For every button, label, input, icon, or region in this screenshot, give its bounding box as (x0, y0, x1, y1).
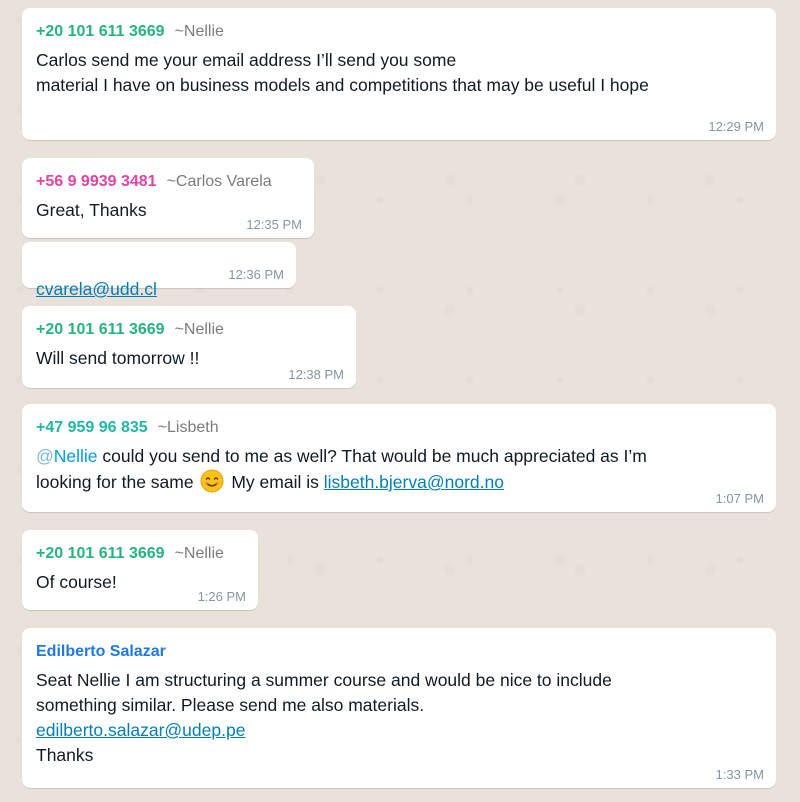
message-sender: +47 959 96 835 ~Lisbeth (36, 418, 762, 438)
message-bubble[interactable]: cvarela@udd.cl 12:36 PM (22, 242, 296, 299)
sender-phone[interactable]: +20 101 611 3669 (36, 545, 165, 562)
message-text: Carlos send me your email address I’ll s… (36, 50, 649, 95)
message-bubble[interactable]: +20 101 611 3669 ~Nellie Will send tomorr… (22, 306, 356, 388)
message-sender: Edilberto Salazar (36, 642, 762, 662)
sender-name[interactable]: Edilberto Salazar (36, 643, 166, 660)
sender-alias: ~Nellie (174, 23, 224, 40)
email-link[interactable]: cvarela@udd.cl (36, 279, 157, 299)
smiling-face-icon (200, 469, 224, 493)
message-time: 1:26 PM (197, 589, 246, 604)
message-time: 12:35 PM (246, 217, 302, 232)
message-bubble[interactable]: +20 101 611 3669 ~Nellie Of course! 1:26 … (22, 530, 258, 610)
sender-alias: ~Nellie (174, 321, 224, 338)
sender-phone[interactable]: +20 101 611 3669 (36, 23, 165, 40)
mention-name: Nellie (53, 446, 98, 466)
message-bubble[interactable]: +56 9 9939 3481 ~Carlos Varela Great, Tha… (22, 158, 314, 238)
message-time: 12:38 PM (288, 367, 344, 382)
message-sender: +20 101 611 3669 ~Nellie (36, 22, 762, 42)
sender-alias: ~Nellie (174, 545, 224, 562)
mention-at-symbol: @ (36, 446, 54, 466)
sender-phone[interactable]: +20 101 611 3669 (36, 321, 165, 338)
message-bubble[interactable]: Edilberto Salazar Seat Nellie I am struc… (22, 628, 776, 788)
message-time: 12:29 PM (708, 119, 764, 134)
message-text-part: could you send to me as well? That would… (97, 446, 647, 466)
mention-nellie[interactable]: @Nellie (36, 446, 98, 466)
message-sender: +56 9 9939 3481 ~Carlos Varela (36, 172, 300, 192)
message-text: Thanks (36, 745, 94, 765)
message-time: 1:33 PM (715, 767, 764, 782)
message-text: edilberto.salazar@udep.pe (36, 718, 762, 743)
sender-phone[interactable]: +56 9 9939 3481 (36, 173, 157, 190)
message-sender: +20 101 611 3669 ~Nellie (36, 320, 342, 340)
message-bubble[interactable]: +47 959 96 835 ~Lisbeth @Nellie could you… (22, 404, 776, 512)
sender-alias: ~Lisbeth (157, 419, 219, 436)
sender-alias: ~Carlos Varela (166, 173, 272, 190)
message-sender: +20 101 611 3669 ~Nellie (36, 544, 244, 564)
message-text-part: My email is (231, 472, 319, 492)
message-text: @Nellie could you send to me as well? Th… (36, 444, 762, 495)
message-text-part: looking for the same (36, 472, 194, 492)
message-text: Seat Nellie I am structuring a summer co… (36, 670, 612, 715)
message-bubble[interactable]: +20 101 611 3669 ~Nellie Carlos send me y… (22, 8, 776, 140)
message-time: 12:36 PM (228, 267, 284, 282)
chat-window: +20 101 611 3669 ~Nellie Carlos send me y… (0, 0, 800, 802)
email-link[interactable]: edilberto.salazar@udep.pe (36, 720, 245, 740)
message-time: 1:07 PM (715, 491, 764, 506)
sender-phone[interactable]: +47 959 96 835 (36, 419, 148, 436)
email-link[interactable]: lisbeth.bjerva@nord.no (324, 472, 504, 492)
